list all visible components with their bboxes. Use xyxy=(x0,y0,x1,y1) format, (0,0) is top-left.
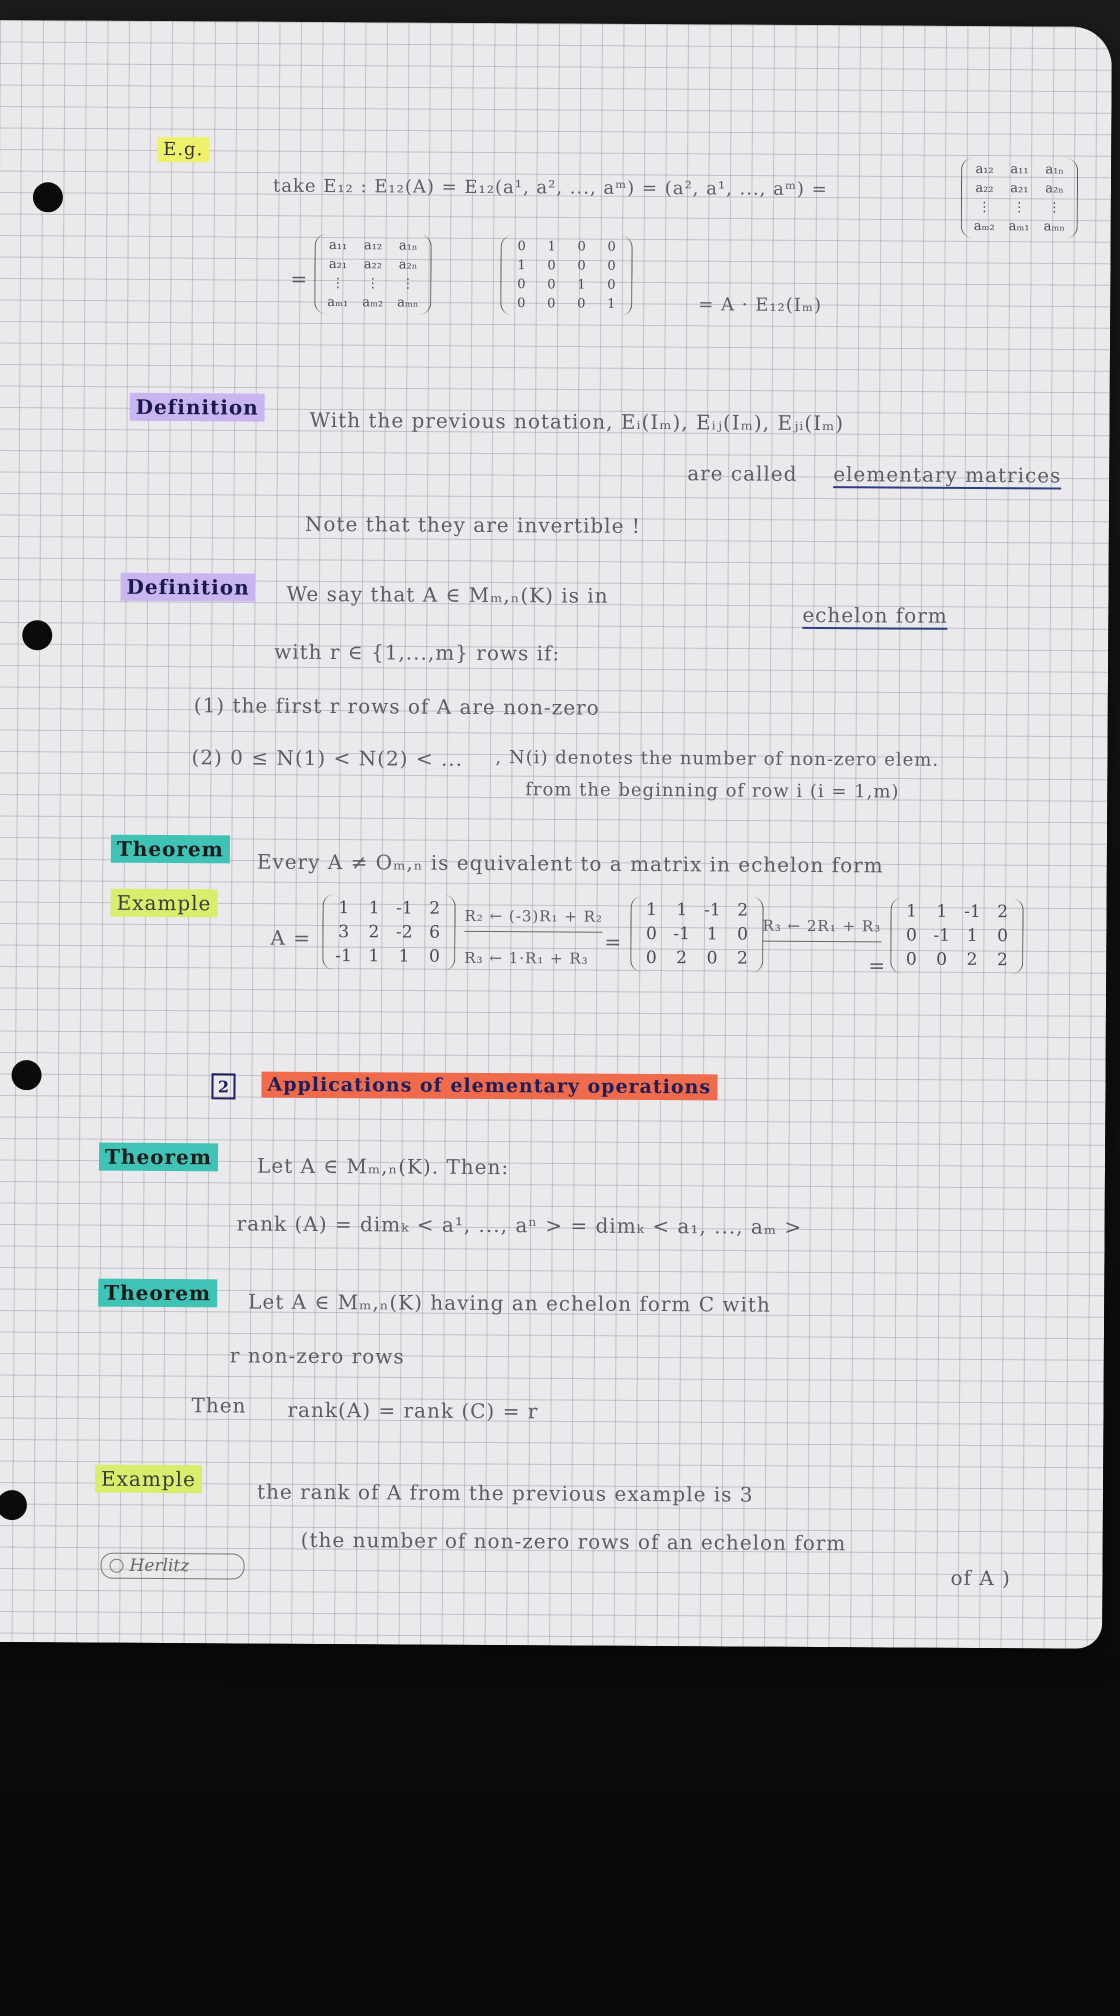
theorem-2-line-2: rank (A) = dimₖ < a¹, ..., aⁿ > = dimₖ <… xyxy=(236,1211,803,1239)
theorem-1-text: Every A ≠ Oₘ,ₙ is equivalent to a matrix… xyxy=(256,849,884,878)
logo-text: Herlitz xyxy=(129,1555,190,1577)
definition-2-line-1: We say that A ∈ Mₘ,ₙ(K) is in xyxy=(286,581,609,608)
example-2-label: Example xyxy=(95,1464,202,1494)
theorem-3-line-1: Let A ∈ Mₘ,ₙ(K) having an echelon form C… xyxy=(248,1289,771,1317)
example-1-label: Example xyxy=(110,888,218,918)
theorem-3-label: Theorem xyxy=(98,1278,218,1308)
definition-2-line-2: with r ∈ {1,...,m} rows if: xyxy=(274,639,561,666)
definition-2-item-2b: , N(i) denotes the number of non-zero el… xyxy=(495,747,940,771)
row-operation-1-top: R₂ ← (-3)R₁ + R₂ xyxy=(464,906,604,933)
definition-2-item-2a: (2) 0 ≤ N(1) < N(2) < ... xyxy=(191,745,464,771)
theorem-3-then: Then xyxy=(191,1393,247,1418)
row-operation-2: R₃ ← 2R₁ + R₃ xyxy=(762,916,882,943)
definition-2-label: Definition xyxy=(120,572,256,602)
herlitz-logo: Herlitz xyxy=(100,1552,245,1580)
theorem-2-line-1: Let A ∈ Mₘ,ₙ(K). Then: xyxy=(256,1153,510,1180)
matrix-a: a₁₁ a₁₂ a₁ₙ a₂₁ a₂₂ a₂ₙ ⋮ ⋮ ⋮ aₘ₁ aₘ₂ aₘₙ xyxy=(314,233,432,315)
punch-hole xyxy=(32,182,64,213)
definition-1-line-2: are called xyxy=(687,461,798,486)
definition-2-item-2c: from the beginning of row i (i = 1,m) xyxy=(525,779,900,803)
example-1-equals-2: = xyxy=(868,953,887,978)
definition-1-label: Definition xyxy=(129,392,265,422)
example-2-line-2: (the number of non-zero rows of an echel… xyxy=(300,1527,847,1556)
example-2-line-3: of A ) xyxy=(950,1565,1011,1591)
row-operation-1-bottom: R₃ ← 1·R₁ + R₃ xyxy=(464,948,589,968)
matrix-swapped-columns: a₁₂ a₁₁ a₁ₙ a₂₂ a₂₁ a₂ₙ ⋮ ⋮ ⋮ aₘ₂ aₘ₁ aₘₙ xyxy=(960,157,1079,239)
eg-line-1: take E₁₂ : E₁₂(A) = E₁₂(a¹, a², ..., aᵐ)… xyxy=(272,175,828,201)
eg-line-2-suffix: = A · E₁₂(Iₘ) xyxy=(698,294,823,317)
punch-hole xyxy=(11,1060,42,1091)
notebook-page: E.g. take E₁₂ : E₁₂(A) = E₁₂(a¹, a², ...… xyxy=(0,20,1112,1649)
eg-label: E.g. xyxy=(157,136,210,163)
punch-hole xyxy=(22,620,53,651)
matrix-example-step-1: 1 1 -1 2 0 -1 1 0 0202 xyxy=(630,895,764,973)
eg-line-2-prefix: = xyxy=(290,266,309,291)
theorem-3-line-2: r non-zero rows xyxy=(229,1343,405,1369)
example-2-line-1: the rank of A from the previous example … xyxy=(256,1479,754,1507)
theorem-3-line-3: rank(A) = rank (C) = r xyxy=(287,1397,539,1424)
matrix-example-a: 1 1 -1 2 3 2 -2 6 -1 1 1 0 xyxy=(322,893,456,971)
matrix-example-echelon: 1 1 -1 2 0 -1 1 0 0022 xyxy=(890,897,1024,975)
punch-hole xyxy=(0,1490,28,1521)
theorem-1-label: Theorem xyxy=(110,834,230,864)
section-title: Applications of elementary operations xyxy=(261,1071,718,1101)
definition-1-line-3: Note that they are invertible ! xyxy=(304,511,641,538)
theorem-2-label: Theorem xyxy=(98,1142,219,1172)
definition-2-term: echelon form xyxy=(802,602,948,630)
definition-1-line-1: With the previous notation, Eᵢ(Iₘ), Eᵢⱼ(… xyxy=(309,407,845,436)
definition-2-item-1: (1) the first r rows of A are non-zero xyxy=(193,693,600,720)
example-1-equals-1: = xyxy=(604,929,623,954)
section-number: 2 xyxy=(211,1073,236,1100)
matrix-e12: 0100 1000 0010 0001 xyxy=(500,235,633,316)
definition-1-term: elementary matrices xyxy=(833,462,1062,490)
example-1-a-prefix: A = xyxy=(270,925,312,950)
logo-circle-icon xyxy=(109,1558,124,1573)
